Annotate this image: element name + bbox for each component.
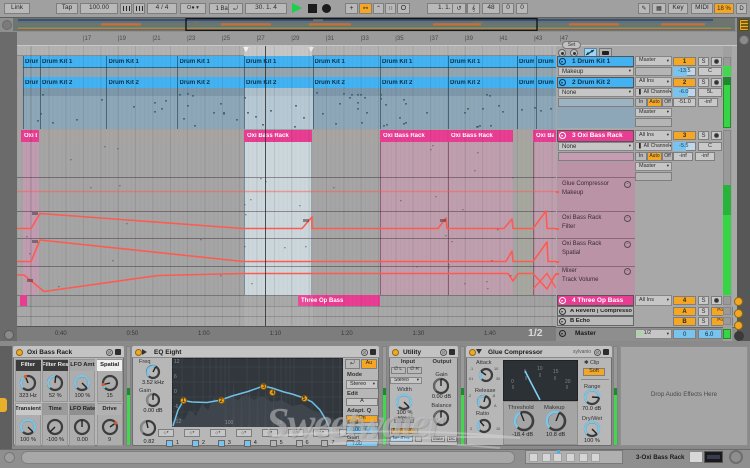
svg-text:0: 0 xyxy=(511,379,514,385)
svg-text:20: 20 xyxy=(565,379,571,385)
svg-text:15: 15 xyxy=(553,369,559,375)
svg-text:10: 10 xyxy=(537,366,543,372)
